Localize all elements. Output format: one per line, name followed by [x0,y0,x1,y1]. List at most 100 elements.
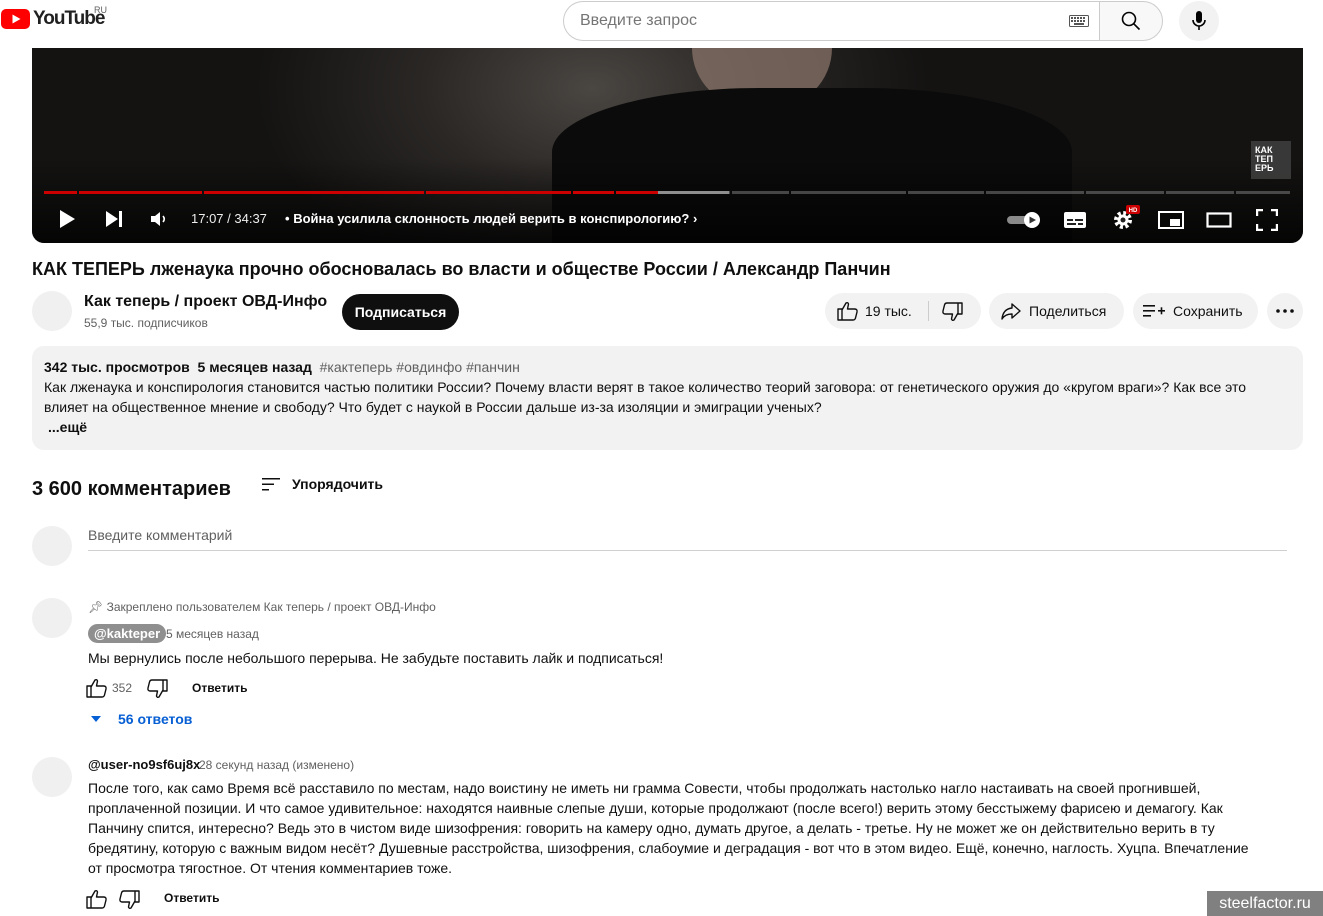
comment-reply-button[interactable]: Ответить [164,891,219,905]
progress-segment[interactable] [986,191,1084,194]
current-user-avatar [32,526,72,566]
share-button[interactable]: Поделиться [989,293,1124,329]
progress-segment[interactable] [658,191,730,194]
pin-icon: 📌︎ [88,600,104,614]
subscriber-count: 55,9 тыс. подписчиков [84,316,208,330]
comment-author-chip[interactable]: @kakteper [88,624,167,643]
progress-segment[interactable] [1166,191,1234,194]
comment-author[interactable]: @user-no9sf6uj8x [88,757,200,772]
keyboard-icon[interactable] [1069,15,1089,27]
thumbs-up-icon [837,301,858,321]
voice-search-button[interactable] [1179,1,1219,41]
view-count: 342 тыс. просмотров [44,359,190,375]
description-meta: 342 тыс. просмотров 5 месяцев назад #как… [44,359,520,375]
share-label: Поделиться [1029,303,1107,319]
comment-like-icon[interactable] [86,678,108,698]
dislike-button[interactable] [929,293,981,329]
like-button[interactable]: 19 тыс. [825,293,928,329]
video-title: КАК ТЕПЕРЬ лженаука прочно обосновалась … [32,259,891,279]
description-line-2: влияет на общественное мнение и свободу?… [44,399,822,415]
chapter-separator: • [285,211,290,226]
video-player[interactable]: КАК ТЕП ЕРЬ 17:07 / 34:37 • Война усилил… [32,48,1303,243]
comment-dislike-icon[interactable] [118,890,140,910]
sort-icon [262,478,280,491]
hashtags[interactable]: #кактеперь #овдинфо #панчин [320,359,520,375]
chapter-title[interactable]: • Война усилила склонность людей верить … [285,211,697,226]
subscribe-button[interactable]: Подписаться [342,294,459,330]
comment-avatar[interactable] [32,598,72,638]
description-box[interactable]: 342 тыс. просмотров 5 месяцев назад #как… [32,346,1303,450]
comments-count: 3 600 комментариев [32,478,231,500]
progress-segment[interactable] [729,191,730,194]
comment-time[interactable]: 28 секунд назад (изменено) [199,758,354,772]
youtube-logo[interactable]: YouTube [1,8,105,30]
sort-label: Упорядочить [292,476,384,492]
subtitles-icon[interactable] [1063,211,1087,229]
comment-avatar[interactable] [32,757,72,797]
search-button[interactable] [1099,1,1163,41]
progress-segment[interactable] [791,191,906,194]
more-horizontal-icon [1276,309,1294,313]
autoplay-toggle-icon[interactable] [1006,211,1042,229]
like-count: 19 тыс. [865,303,912,319]
more-actions-button[interactable] [1267,293,1303,329]
comment-text-line-1: После того, как само Время всё расставил… [88,780,1201,796]
progress-segment[interactable] [908,191,984,194]
view-replies-button[interactable]: 56 ответов [90,711,192,727]
progress-segment[interactable] [573,191,614,194]
comment-like-count: 352 [112,681,133,695]
comment-text-line-5: от просмотра тягостное. От чтения коммен… [88,860,453,876]
progress-bar[interactable] [44,191,1290,194]
save-button[interactable]: Сохранить [1133,293,1258,329]
share-icon [1001,303,1021,320]
comment-text-line-2: проплаченной позиции. И что самое удивит… [88,800,1223,816]
progress-segment[interactable] [1086,191,1164,194]
comment-dislike-icon[interactable] [146,679,168,699]
replies-count: 56 ответов [118,711,193,727]
pinned-label: Закреплено пользователем Как теперь / пр… [106,600,436,614]
country-code: RU [94,5,107,15]
comment-like-icon[interactable] [86,889,108,909]
description-line-1: Как лженаука и конспирология становится … [44,379,1246,395]
progress-segment[interactable] [426,191,571,194]
play-icon[interactable] [58,209,76,229]
svg-text:HD: HD [1129,208,1138,214]
thumbs-down-icon [942,302,963,322]
save-playlist-icon [1143,305,1165,317]
progress-segment[interactable] [79,191,202,194]
channel-watermark[interactable]: КАК ТЕП ЕРЬ [1251,141,1291,179]
settings-gear-icon[interactable]: HD [1112,205,1142,231]
channel-name-link[interactable]: Как теперь / проект ОВД-Инфо [84,293,327,311]
watermark-line-3: ЕРЬ [1255,163,1274,173]
theater-mode-icon[interactable] [1206,211,1232,229]
progress-segment[interactable] [732,191,789,194]
sort-comments-button[interactable]: Упорядочить [261,476,383,492]
search-box[interactable]: Введите запрос [563,1,1101,41]
progress-segment[interactable] [44,191,77,194]
comment-text-line-4: бредятину, которую с важным видом несёт?… [88,840,1249,856]
comment-reply-button[interactable]: Ответить [192,681,247,695]
search-input[interactable]: Введите запрос [580,12,697,30]
volume-icon[interactable] [150,211,170,227]
like-dislike-group: 19 тыс. [825,293,981,329]
chevron-right-icon: › [692,211,698,226]
progress-segment[interactable] [1236,191,1290,194]
fullscreen-icon[interactable] [1256,209,1278,231]
miniplayer-icon[interactable] [1158,211,1184,229]
add-comment-input[interactable]: Введите комментарий [88,527,232,543]
comment-time[interactable]: 5 месяцев назад [166,627,259,641]
comment-text: Мы вернулись после небольшого перерыва. … [88,650,664,666]
caret-down-icon [91,716,101,722]
masthead: YouTube RU Введите запрос [0,0,1323,48]
channel-avatar[interactable] [32,291,72,331]
upload-date: 5 месяцев назад [197,359,312,375]
time-display: 17:07 / 34:37 [191,211,267,226]
save-label: Сохранить [1173,303,1243,319]
add-comment-underline [88,550,1287,551]
progress-segment[interactable] [616,191,659,194]
show-more-link[interactable]: ...ещё [48,419,87,435]
search-icon [1121,11,1141,31]
progress-segment[interactable] [204,191,424,194]
next-video-icon[interactable] [104,209,124,229]
site-watermark: steelfactor.ru [1207,891,1323,916]
